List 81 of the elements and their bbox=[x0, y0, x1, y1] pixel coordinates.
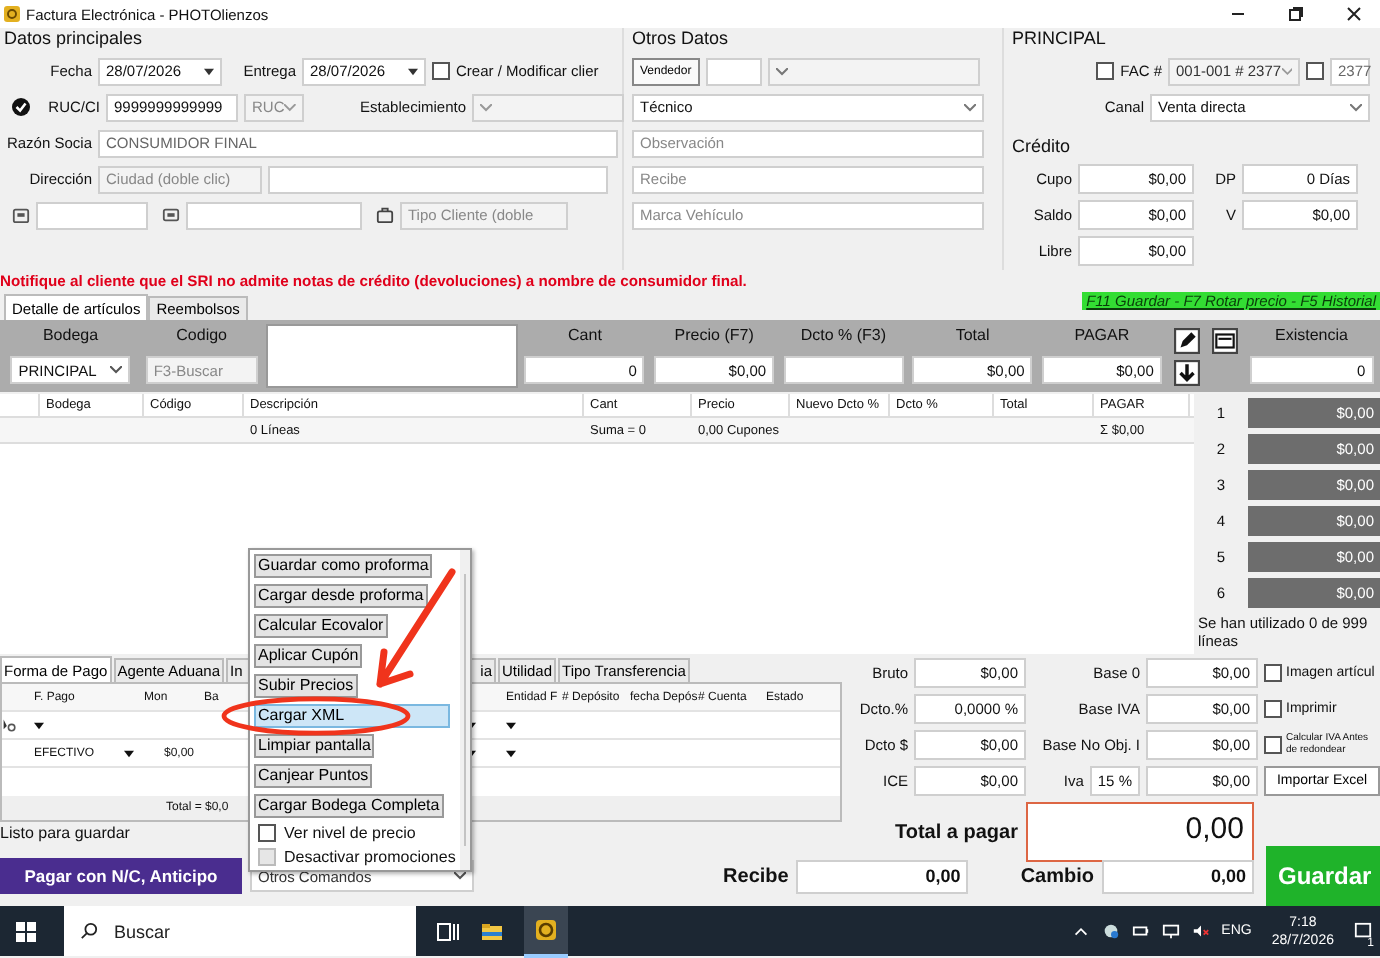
phone-icon bbox=[12, 206, 30, 224]
phone-icon bbox=[162, 206, 180, 224]
menu-item[interactable]: Cargar desde proforma bbox=[254, 584, 428, 608]
change-field: 0,00 bbox=[1102, 859, 1254, 893]
total-label: Total a pagar bbox=[893, 821, 1018, 843]
keyboard-icon[interactable] bbox=[1212, 328, 1239, 354]
checkbox[interactable] bbox=[1264, 736, 1282, 754]
checkbox[interactable] bbox=[1264, 664, 1282, 682]
dropdown-icon bbox=[506, 749, 516, 757]
dropdown-icon bbox=[204, 67, 214, 75]
caret-icon bbox=[775, 67, 788, 75]
total-amount-field: 0,00 bbox=[1026, 802, 1254, 862]
chevron-up-icon[interactable] bbox=[1071, 922, 1090, 940]
search-icon bbox=[80, 922, 98, 940]
group-title: PRINCIPAL bbox=[1012, 28, 1108, 50]
caret-icon bbox=[480, 103, 492, 111]
column-heading: Existencia bbox=[1274, 324, 1348, 348]
field-label: Cambio bbox=[1020, 865, 1094, 887]
folder-icon[interactable] bbox=[480, 919, 504, 943]
menu-item[interactable]: Guardar como proforma bbox=[254, 554, 433, 578]
group-title: Otros Datos bbox=[632, 28, 731, 50]
group-title: Crédito bbox=[1012, 136, 1073, 158]
app-icon[interactable] bbox=[534, 917, 558, 941]
task-view-icon[interactable] bbox=[436, 919, 460, 943]
received-field[interactable]: 0,00 bbox=[796, 859, 969, 893]
column-heading: PAGAR bbox=[1074, 324, 1130, 348]
menu-item[interactable]: Subir Precios bbox=[254, 674, 358, 698]
checkbox-label: Desactivar promociones bbox=[284, 848, 456, 866]
mobile-field[interactable] bbox=[186, 201, 362, 229]
network-icon[interactable] bbox=[1161, 922, 1180, 940]
checkbox[interactable] bbox=[1306, 62, 1324, 80]
column-heading: Codigo bbox=[176, 324, 228, 348]
pencil-icon[interactable] bbox=[1173, 328, 1200, 354]
muted-speaker-icon[interactable] bbox=[1191, 922, 1210, 940]
column-heading: Bodega bbox=[42, 324, 99, 348]
column-heading: Cant bbox=[568, 324, 602, 348]
scrollbar[interactable] bbox=[459, 550, 470, 870]
notification-icon[interactable] bbox=[1354, 922, 1372, 940]
column-heading: Dcto % (F3) bbox=[800, 324, 887, 348]
windows-icon[interactable] bbox=[16, 921, 36, 941]
dropdown-icon bbox=[34, 721, 44, 729]
pay-credit-note-button[interactable]: Pagar con N/C, Anticipo bbox=[0, 858, 242, 894]
phone-field[interactable] bbox=[36, 201, 148, 229]
menu-item[interactable]: Cargar XML bbox=[254, 704, 450, 728]
checkbox[interactable] bbox=[1096, 62, 1115, 80]
entry-field[interactable] bbox=[783, 356, 904, 384]
checkbox[interactable] bbox=[1264, 700, 1282, 718]
group-title: Datos principales bbox=[4, 28, 145, 50]
taskbar-search-field[interactable]: Buscar bbox=[64, 906, 416, 956]
app-icon bbox=[4, 6, 20, 22]
checkbox[interactable] bbox=[258, 824, 276, 842]
dropdown-icon bbox=[124, 749, 134, 757]
menu-item[interactable]: Aplicar Cupón bbox=[254, 644, 363, 668]
menu-item[interactable]: Canjear Puntos bbox=[254, 764, 373, 788]
caret-icon bbox=[110, 366, 123, 374]
column-heading: Total bbox=[955, 324, 990, 348]
status-text: Listo para guardar bbox=[0, 822, 130, 844]
caret-icon bbox=[284, 103, 296, 111]
new-row-icon bbox=[2, 717, 18, 733]
seller-code-field[interactable] bbox=[705, 57, 762, 85]
checkbox[interactable] bbox=[432, 62, 450, 80]
menu-item[interactable]: Cargar Bodega Completa bbox=[254, 794, 444, 818]
caret-icon bbox=[964, 103, 976, 111]
caret-icon bbox=[1281, 67, 1292, 75]
description-field[interactable] bbox=[266, 324, 519, 388]
arrow-down-icon[interactable] bbox=[1173, 360, 1200, 386]
column-heading: Precio (F7) bbox=[674, 324, 754, 348]
dropdown-icon bbox=[408, 67, 418, 75]
briefcase-icon bbox=[376, 206, 394, 224]
caret-icon bbox=[1350, 103, 1362, 111]
restore-icon[interactable] bbox=[1286, 4, 1306, 24]
field-label: Recibe bbox=[723, 865, 789, 887]
caret-icon bbox=[454, 872, 466, 880]
address-field[interactable] bbox=[268, 165, 608, 193]
battery-icon[interactable] bbox=[1131, 922, 1150, 940]
checkbox-label: Ver nivel de precio bbox=[284, 824, 416, 842]
close-icon[interactable] bbox=[1344, 4, 1364, 24]
cloud-icon[interactable] bbox=[1101, 922, 1120, 940]
dropdown-icon bbox=[506, 721, 516, 729]
menu-item[interactable]: Limpiar pantalla bbox=[254, 734, 375, 758]
menu-item[interactable]: Calcular Ecovalor bbox=[254, 614, 388, 638]
